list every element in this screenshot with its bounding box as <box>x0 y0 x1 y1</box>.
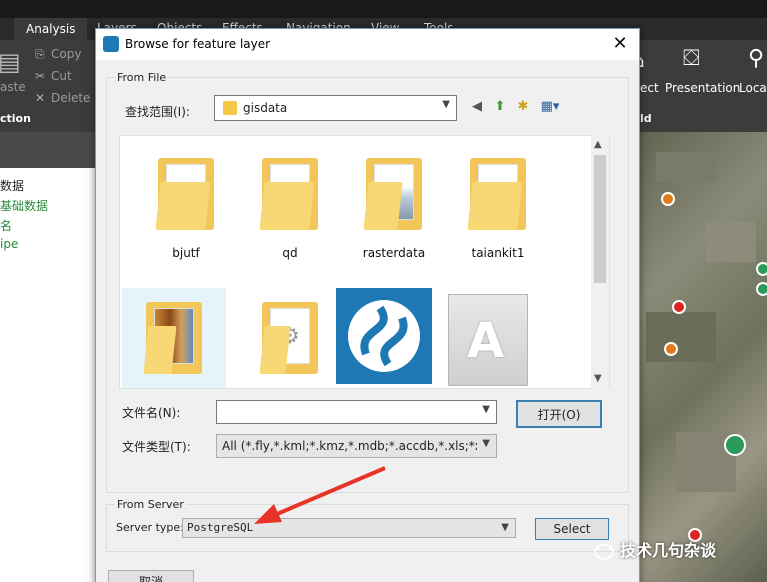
folder-icon <box>134 144 238 236</box>
app-title-bar <box>0 0 767 18</box>
from-server-label: From Server <box>115 498 186 511</box>
folder-icon <box>446 144 550 236</box>
look-in-label: 查找范围(I): <box>125 105 190 119</box>
file-item-folder[interactable]: ⚙ <box>238 288 342 388</box>
folder-icon <box>238 144 342 236</box>
filename-label: 文件名(N): <box>122 406 181 420</box>
autocad-letter-icon: A <box>467 313 505 369</box>
up-folder-button[interactable]: ⬆ <box>491 98 509 116</box>
logo-swirl <box>348 300 420 372</box>
filename-input[interactable]: ▼ <box>216 400 497 424</box>
view-menu-button[interactable]: ▦▾ <box>537 98 563 116</box>
left-panel-header <box>0 132 95 168</box>
tree-item[interactable]: ipe <box>0 237 18 251</box>
building-block <box>706 222 756 262</box>
building-block <box>656 152 716 182</box>
building-block <box>646 312 716 362</box>
dialog-title-bar: Browse for feature layer ✕ <box>96 29 639 60</box>
document-icon: A <box>448 294 528 386</box>
paste-icon[interactable]: ▤ <box>0 48 21 76</box>
chevron-down-icon: ▼ <box>442 99 450 110</box>
location-button[interactable]: Locati <box>739 81 767 95</box>
folder-icon <box>223 101 237 115</box>
app-logo-icon <box>103 36 119 52</box>
cut-button[interactable]: ✂ Cut <box>35 69 72 83</box>
folder-image-icon <box>122 288 226 380</box>
file-item-folder[interactable]: bjutf <box>134 144 238 274</box>
wechat-icon <box>594 543 614 560</box>
filetype-label: 文件类型(T): <box>122 440 191 454</box>
watermark: 技术几句杂谈 <box>594 537 716 561</box>
file-item-name: qd <box>282 246 298 260</box>
file-item-folder[interactable]: rasterdata <box>342 144 446 274</box>
scrollbar-thumb[interactable] <box>594 155 606 283</box>
back-button[interactable]: ◀ <box>468 98 486 116</box>
ribbon-group-label: ld <box>640 112 652 125</box>
presentation-icon: ⛋ <box>683 46 700 71</box>
from-file-label: From File <box>115 71 169 84</box>
tree-item[interactable]: 基础数据 <box>0 197 48 214</box>
poi-marker[interactable] <box>661 192 675 206</box>
file-item-name: bjutf <box>172 246 200 260</box>
scroll-down-icon[interactable]: ▼ <box>594 373 602 384</box>
look-in-value: gisdata <box>243 101 288 115</box>
map-view[interactable] <box>636 132 767 582</box>
open-button[interactable]: 打开(O) <box>516 400 602 428</box>
file-list-scrollbar[interactable]: ▲ ▼ <box>591 135 609 389</box>
poi-marker[interactable] <box>756 262 767 276</box>
cancel-button[interactable]: 取消 <box>108 570 194 582</box>
poi-marker[interactable] <box>724 434 746 456</box>
app-logo-icon <box>336 288 432 384</box>
presentation-button[interactable]: Presentation <box>665 81 740 95</box>
file-item-folder[interactable]: taiankit1 <box>446 144 550 274</box>
file-item-name: rasterdata <box>362 246 426 260</box>
tree-item[interactable]: 数据 <box>0 177 24 194</box>
close-button[interactable]: ✕ <box>609 33 631 55</box>
delete-button[interactable]: ✕ Delete <box>35 91 90 105</box>
poi-marker[interactable] <box>672 300 686 314</box>
chevron-down-icon: ▼ <box>501 522 509 533</box>
folder-icon <box>342 144 446 236</box>
file-item-name: taiankit1 <box>471 246 525 260</box>
annotation-arrow <box>254 466 386 524</box>
poi-marker[interactable] <box>664 342 678 356</box>
new-folder-button[interactable]: ✱ <box>514 98 532 116</box>
clipboard-group-label: ction <box>0 112 31 125</box>
chevron-down-icon: ▼ <box>482 438 490 449</box>
location-icon: ⚲ <box>748 46 765 71</box>
filetype-select[interactable]: All (*.fly,*.kml;*.kmz,*.mdb;*.accdb,*.x… <box>216 434 497 458</box>
dialog-title: Browse for feature layer <box>125 37 271 51</box>
tree-item[interactable]: 名 <box>0 217 12 234</box>
file-item-app[interactable] <box>336 288 440 388</box>
look-in-combo[interactable]: gisdata ▼ <box>214 95 457 121</box>
scroll-up-icon[interactable]: ▲ <box>594 139 602 150</box>
file-item-document[interactable]: A <box>446 288 550 388</box>
file-item-folder[interactable]: qd <box>238 144 342 274</box>
chevron-down-icon: ▼ <box>482 404 490 415</box>
file-item-folder[interactable] <box>122 288 226 388</box>
select-button[interactable]: ect <box>640 81 659 95</box>
paste-button[interactable]: aste <box>0 80 26 94</box>
file-list[interactable]: bjutf qd rasterdata taiankit1 ⚙ A <box>119 135 610 389</box>
tab-analysis[interactable]: Analysis <box>14 18 88 40</box>
filetype-value: All (*.fly,*.kml;*.kmz,*.mdb;*.accdb,*.x… <box>222 439 477 453</box>
folder-settings-icon: ⚙ <box>238 288 342 380</box>
copy-icon: ⎘ <box>35 47 45 61</box>
copy-button[interactable]: ⎘ Copy <box>35 47 81 62</box>
scissors-icon: ✂ <box>35 69 46 83</box>
delete-icon: ✕ <box>35 91 46 105</box>
poi-marker[interactable] <box>756 282 767 296</box>
server-type-label: Server type: <box>116 521 184 534</box>
